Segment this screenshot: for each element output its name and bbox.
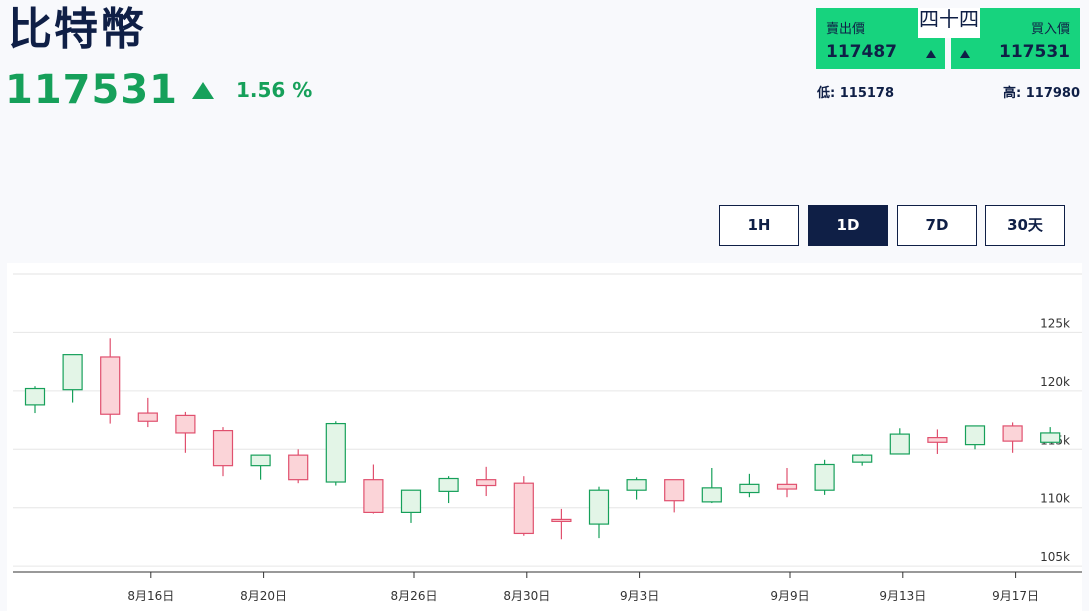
candle-up xyxy=(814,463,835,491)
candle-down xyxy=(1002,425,1023,442)
candle-up xyxy=(701,487,722,503)
x-tick-label: 8月30日 xyxy=(503,589,550,603)
candle-up xyxy=(626,479,647,491)
candle-up xyxy=(325,422,346,483)
candle-up xyxy=(250,454,271,467)
day-low: 低: 115178 xyxy=(817,86,894,101)
x-tick-label: 9月17日 xyxy=(992,589,1039,603)
candle-down xyxy=(513,482,534,535)
tab-1d[interactable]: 1D xyxy=(808,205,888,246)
x-tick-label: 8月26日 xyxy=(391,589,438,603)
candle-down xyxy=(288,454,309,481)
tab-30d[interactable]: 30天 xyxy=(985,205,1065,246)
day-high: 高: 117980 xyxy=(1003,86,1080,101)
candle-up xyxy=(889,433,910,455)
tab-1h[interactable]: 1H xyxy=(719,205,799,246)
candle-down xyxy=(137,412,158,422)
y-tick-label: 105k xyxy=(1040,550,1070,564)
x-tick-label: 8月20日 xyxy=(240,589,287,603)
x-tick-label: 9月3日 xyxy=(620,589,659,603)
candle-up xyxy=(24,387,46,406)
candle-down xyxy=(664,479,685,502)
candle-down xyxy=(776,483,798,490)
candle-up xyxy=(62,354,83,391)
y-tick-label: 125k xyxy=(1040,316,1070,330)
candle-down xyxy=(363,479,384,514)
price-row: 117531 1.56 % xyxy=(5,66,312,114)
candle-down xyxy=(212,429,234,467)
chart-svg: 105k110k115k120k125k8月16日8月20日8月26日8月30日… xyxy=(13,273,1082,603)
candle-up xyxy=(852,454,873,463)
spread-value: 四十四 xyxy=(918,8,980,38)
y-tick-label: 110k xyxy=(1040,492,1070,506)
price-change-percent: 1.56 % xyxy=(236,78,313,102)
candle-up xyxy=(964,425,986,446)
buy-up-arrow-icon xyxy=(960,50,970,58)
sell-price-value: 117487 xyxy=(826,42,897,62)
candle-down xyxy=(927,437,948,443)
candle-down xyxy=(551,518,572,523)
candle-up xyxy=(739,483,760,494)
candle-down xyxy=(100,356,121,415)
x-tick-label: 9月9日 xyxy=(770,589,809,603)
candle-up xyxy=(400,489,422,513)
tab-7d[interactable]: 7D xyxy=(897,205,977,246)
sell-price-label: 賣出價 xyxy=(826,22,866,37)
x-tick-label: 8月16日 xyxy=(127,589,174,603)
up-arrow-icon xyxy=(192,81,214,99)
buy-price-value: 117531 xyxy=(999,42,1070,62)
x-tick-label: 9月13日 xyxy=(879,589,926,603)
current-price: 117531 xyxy=(5,67,178,113)
candle-up xyxy=(1040,432,1061,443)
candle-up xyxy=(588,489,610,525)
candle-down xyxy=(476,479,497,487)
buy-price-label: 買入價 xyxy=(1030,22,1070,37)
candle-down xyxy=(175,414,196,434)
y-tick-label: 120k xyxy=(1040,375,1070,389)
sell-up-arrow-icon xyxy=(926,50,936,58)
page-title: 比特幣 xyxy=(8,4,146,55)
candlestick-chart: 105k110k115k120k125k8月16日8月20日8月26日8月30日… xyxy=(7,263,1082,611)
candle-up xyxy=(438,477,459,492)
